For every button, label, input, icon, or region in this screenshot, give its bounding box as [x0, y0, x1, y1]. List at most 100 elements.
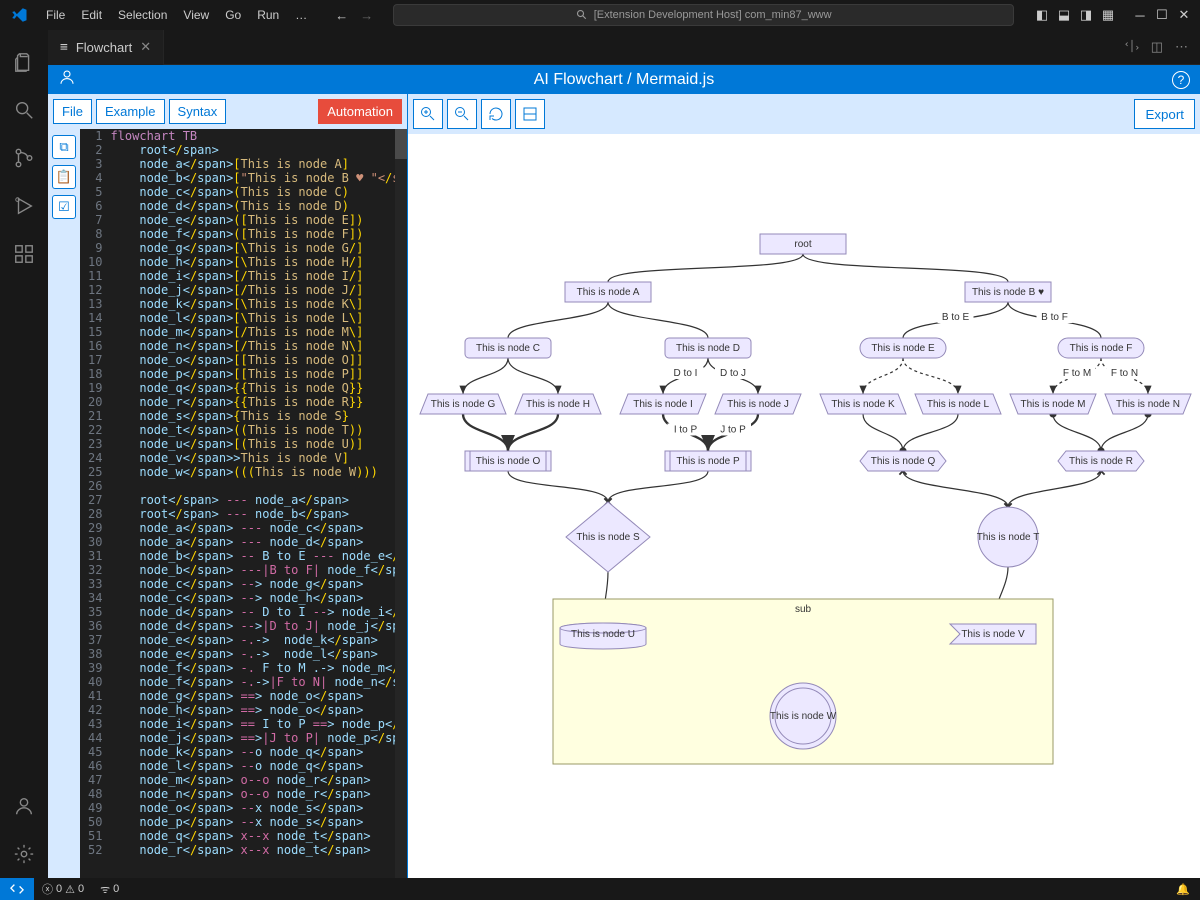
tab-flowchart-icon: ≡	[60, 40, 68, 55]
run-debug-icon[interactable]	[0, 182, 48, 230]
svg-text:This is node F: This is node F	[1070, 343, 1133, 354]
svg-text:This is node Q: This is node Q	[871, 456, 936, 467]
code-scrollbar[interactable]	[395, 129, 407, 878]
command-center-text: [Extension Development Host] com_min87_w…	[594, 9, 832, 21]
svg-text:This is node L: This is node L	[927, 399, 990, 410]
svg-text:This is node J: This is node J	[727, 399, 789, 410]
svg-text:This is node O: This is node O	[476, 456, 541, 467]
menu-bar: File Edit Selection View Go Run …	[38, 8, 315, 22]
svg-text:This is node U: This is node U	[571, 629, 635, 640]
menu-selection[interactable]: Selection	[110, 8, 175, 22]
source-control-icon[interactable]	[0, 134, 48, 182]
paste-icon[interactable]: 📋	[52, 165, 76, 189]
svg-text:I to P: I to P	[674, 425, 698, 436]
chart-view[interactable]: B to E B to F D to I D to J F to M F to N I to…	[408, 134, 1200, 878]
compare-icon[interactable]	[1125, 39, 1139, 56]
menu-file[interactable]: File	[38, 8, 73, 22]
tab-title: Flowchart	[76, 40, 132, 55]
svg-text:This is node E: This is node E	[871, 343, 935, 354]
menu-edit[interactable]: Edit	[73, 8, 110, 22]
window-maximize-icon[interactable]: ☐	[1154, 7, 1170, 23]
svg-text:sub: sub	[795, 604, 812, 615]
code-editor[interactable]: 1 2 3 4 5 6 7 8 9 10 11 12 13 14 15 16 1…	[80, 129, 407, 878]
status-ports[interactable]: ᯤ0	[92, 882, 127, 897]
svg-text:D to I: D to I	[674, 368, 698, 379]
svg-text:root: root	[794, 239, 811, 250]
zoom-in-icon[interactable]	[413, 99, 443, 129]
svg-text:F to N: F to N	[1111, 368, 1138, 379]
search-activity-icon[interactable]	[0, 86, 48, 134]
preview-pane: AI Flowchart / Mermaid.js ? File Example…	[48, 65, 1200, 878]
svg-text:This is node W: This is node W	[770, 711, 837, 722]
svg-text:This is node M: This is node M	[1020, 399, 1085, 410]
svg-text:This is node H: This is node H	[526, 399, 590, 410]
syntax-button[interactable]: Syntax	[169, 99, 227, 124]
menu-run[interactable]: Run	[249, 8, 287, 22]
extensions-icon[interactable]	[0, 230, 48, 278]
vscode-logo-icon	[10, 6, 28, 24]
status-bar: ⓧ0 ⚠0 ᯤ0 🔔	[0, 878, 1200, 900]
svg-text:This is node P: This is node P	[676, 456, 740, 467]
svg-text:This is node N: This is node N	[1116, 399, 1180, 410]
svg-text:This is node I: This is node I	[633, 399, 692, 410]
svg-text:F to M: F to M	[1063, 368, 1091, 379]
help-icon[interactable]: ?	[1172, 71, 1190, 89]
nav-back-icon[interactable]: ←	[335, 8, 348, 23]
chart-panel: Export B to E B to F D to I D to J F to M F t…	[408, 94, 1200, 878]
copy-icon[interactable]: ⧉	[52, 135, 76, 159]
svg-text:J to P: J to P	[720, 425, 746, 436]
tab-flowchart[interactable]: ≡ Flowchart ✕	[48, 30, 164, 65]
svg-text:This is node D: This is node D	[676, 343, 740, 354]
svg-text:This is node A: This is node A	[577, 287, 640, 298]
title-bar: File Edit Selection View Go Run … ← → [E…	[0, 0, 1200, 30]
search-icon	[576, 9, 588, 21]
tab-close-icon[interactable]: ✕	[140, 39, 151, 55]
svg-text:This is node B ♥: This is node B ♥	[972, 287, 1044, 298]
svg-text:This is node R: This is node R	[1069, 456, 1133, 467]
antenna-icon: ᯤ	[100, 882, 110, 897]
app-avatar-icon	[58, 68, 76, 91]
zoom-out-icon[interactable]	[447, 99, 477, 129]
activity-bar	[0, 30, 48, 878]
explorer-icon[interactable]	[0, 38, 48, 86]
warning-icon: ⚠	[65, 883, 75, 896]
status-notifications-icon[interactable]: 🔔	[1166, 883, 1200, 896]
tab-bar: ≡ Flowchart ✕ ◫ ⋯	[48, 30, 1200, 65]
code-panel: File Example Syntax Automation ⧉ 📋 ☑ 1 2…	[48, 94, 408, 878]
file-button[interactable]: File	[53, 99, 92, 124]
layout-toggle-icon[interactable]	[515, 99, 545, 129]
svg-text:This is node S: This is node S	[576, 532, 640, 543]
window-close-icon[interactable]: ✕	[1176, 7, 1192, 23]
settings-gear-icon[interactable]	[0, 830, 48, 878]
menu-overflow[interactable]: …	[287, 8, 315, 22]
svg-text:This is node V: This is node V	[961, 629, 1025, 640]
command-center[interactable]: [Extension Development Host] com_min87_w…	[393, 4, 1014, 26]
svg-text:D to J: D to J	[720, 368, 746, 379]
account-icon[interactable]	[0, 782, 48, 830]
export-button[interactable]: Export	[1134, 99, 1195, 129]
svg-text:This is node G: This is node G	[431, 399, 496, 410]
window-minimize-icon[interactable]: ─	[1132, 8, 1148, 23]
editor-area: ≡ Flowchart ✕ ◫ ⋯ AI Flowchart / Mermaid…	[48, 30, 1200, 878]
automation-button[interactable]: Automation	[318, 99, 402, 124]
error-icon: ⓧ	[42, 881, 53, 897]
layout-sidebar-left-icon[interactable]: ◧	[1034, 7, 1050, 23]
refresh-icon[interactable]	[481, 99, 511, 129]
svg-text:B to E: B to E	[942, 312, 970, 323]
menu-go[interactable]: Go	[217, 8, 249, 22]
app-title: AI Flowchart / Mermaid.js	[76, 71, 1172, 89]
svg-text:B to F: B to F	[1041, 312, 1068, 323]
svg-text:This is node T: This is node T	[977, 532, 1040, 543]
example-button[interactable]: Example	[96, 99, 165, 124]
tab-more-icon[interactable]: ⋯	[1175, 39, 1188, 56]
layout-sidebar-right-icon[interactable]: ◨	[1078, 7, 1094, 23]
layout-panel-icon[interactable]: ⬓	[1056, 7, 1072, 23]
menu-view[interactable]: View	[175, 8, 217, 22]
layout-customize-icon[interactable]: ▦	[1100, 7, 1116, 23]
checklist-icon[interactable]: ☑	[52, 195, 76, 219]
remote-indicator-icon[interactable]	[0, 878, 34, 900]
nav-forward-icon[interactable]: →	[360, 8, 373, 23]
split-editor-icon[interactable]: ◫	[1151, 39, 1163, 56]
svg-text:This is node K: This is node K	[831, 399, 895, 410]
status-problems[interactable]: ⓧ0 ⚠0	[34, 881, 92, 897]
